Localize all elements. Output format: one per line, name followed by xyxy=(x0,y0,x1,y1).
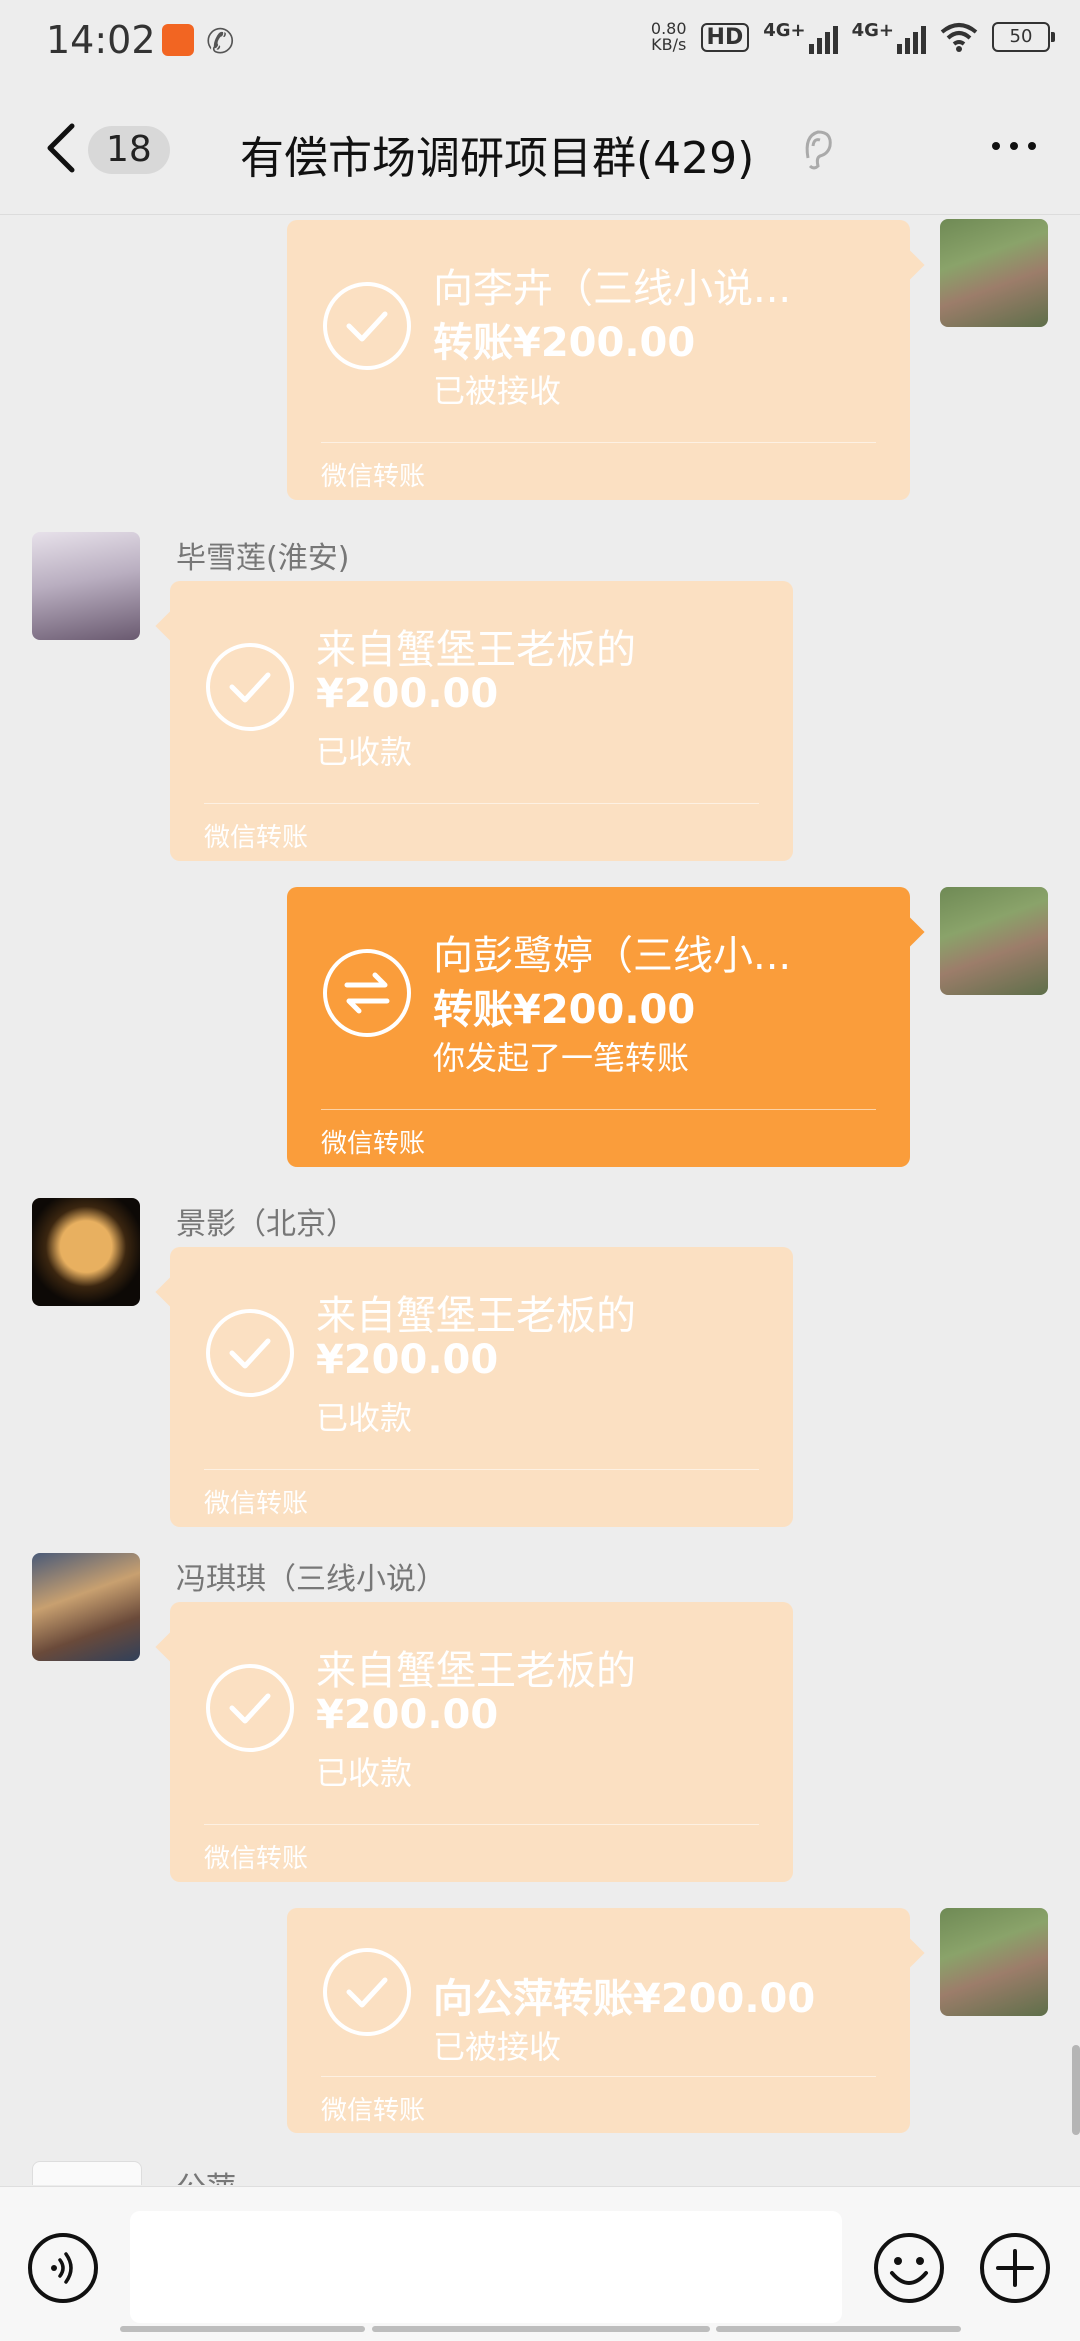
transfer-amount: 转账¥200.00 xyxy=(433,320,696,366)
transfer-message[interactable]: 来自蟹堡王老板的 ¥200.00 已收款 微信转账 xyxy=(155,1247,793,1527)
sender-avatar[interactable] xyxy=(32,532,140,640)
more-options-icon[interactable] xyxy=(992,142,1036,150)
transfer-footer: 微信转账 xyxy=(204,1844,309,1874)
transfer-amount: ¥200.00 xyxy=(316,671,499,717)
hd-icon: HD xyxy=(700,22,750,52)
transfer-amount: 转账¥200.00 xyxy=(433,987,696,1033)
unread-count-badge[interactable]: 18 xyxy=(88,126,170,174)
emoji-button[interactable] xyxy=(872,2231,946,2305)
chat-area[interactable]: 向李卉（三线小说... 转账¥200.00 已被接收 微信转账 毕雪莲(淮安) … xyxy=(0,215,1080,2185)
transfer-recipient: 向李卉（三线小说... xyxy=(433,266,792,312)
scroll-indicator[interactable] xyxy=(1072,2045,1080,2135)
my-avatar[interactable] xyxy=(940,887,1048,995)
transfer-arrows-icon xyxy=(323,949,411,1037)
transfer-footer: 微信转账 xyxy=(204,823,309,853)
transfer-recipient: 向彭鹭婷（三线小... xyxy=(433,933,792,979)
transfer-status: 你发起了一笔转账 xyxy=(433,1039,690,1077)
network-speed: 0.80 KB/s xyxy=(650,19,687,54)
sender-avatar[interactable] xyxy=(32,2161,142,2185)
check-circle-icon xyxy=(323,1948,411,2036)
my-avatar[interactable] xyxy=(940,219,1048,327)
nav-gesture-bar xyxy=(372,2326,710,2332)
status-time: 14:02 xyxy=(46,18,156,62)
my-avatar[interactable] xyxy=(940,1908,1048,2016)
transfer-status: 已收款 xyxy=(316,733,413,771)
transfer-amount: ¥200.00 xyxy=(316,1692,499,1738)
check-circle-icon xyxy=(206,1664,294,1752)
input-bar xyxy=(0,2186,1080,2341)
transfer-message[interactable]: 来自蟹堡王老板的 ¥200.00 已收款 微信转账 xyxy=(155,1602,793,1882)
transfer-source: 来自蟹堡王老板的 xyxy=(316,627,636,673)
transfer-footer: 微信转账 xyxy=(204,1489,309,1519)
plus-button[interactable] xyxy=(978,2231,1052,2305)
message-input[interactable] xyxy=(130,2211,842,2323)
transfer-source: 来自蟹堡王老板的 xyxy=(316,1293,636,1339)
voice-icon xyxy=(51,2252,73,2284)
transfer-status: 已被接收 xyxy=(433,2028,562,2066)
chat-header: 18 有偿市场调研项目群(429) xyxy=(0,84,1080,215)
transfer-message[interactable]: 向李卉（三线小说... 转账¥200.00 已被接收 微信转账 xyxy=(287,220,925,500)
transfer-message-pending[interactable]: 向彭鹭婷（三线小... 转账¥200.00 你发起了一笔转账 微信转账 xyxy=(287,887,925,1167)
nav-gesture-bar xyxy=(120,2326,365,2332)
back-arrow-icon[interactable] xyxy=(40,120,84,176)
transfer-recipient: 向公萍转账¥200.00 xyxy=(433,1976,816,2022)
transfer-status: 已被接收 xyxy=(433,372,562,410)
transfer-footer: 微信转账 xyxy=(321,1129,426,1159)
status-bar: 14:02 ✆ 0.80 KB/s HD 4G+ 4G+ 50 xyxy=(0,0,1080,84)
signal-icon-2: 4G+ xyxy=(852,20,926,54)
check-circle-icon xyxy=(206,1309,294,1397)
sender-name: 冯琪琪（三线小说） xyxy=(176,1562,446,1597)
sender-name: 公萍 xyxy=(176,2163,236,2185)
transfer-status: 已收款 xyxy=(316,1754,413,1792)
transfer-footer: 微信转账 xyxy=(321,462,426,492)
wifi-icon xyxy=(940,23,978,52)
transfer-amount: ¥200.00 xyxy=(316,1337,499,1383)
notification-app-icon xyxy=(162,24,194,56)
group-title: 有偿市场调研项目群(429) xyxy=(240,133,755,184)
transfer-status: 已收款 xyxy=(316,1399,413,1437)
sender-name: 景影（北京） xyxy=(176,1207,356,1242)
voice-input-button[interactable] xyxy=(28,2233,98,2303)
telecom-icon: ✆ xyxy=(206,22,235,62)
transfer-message[interactable]: 向公萍转账¥200.00 已被接收 微信转账 xyxy=(287,1908,925,2133)
battery-icon: 50 xyxy=(992,22,1055,52)
check-circle-icon xyxy=(323,282,411,370)
transfer-source: 来自蟹堡王老板的 xyxy=(316,1648,636,1694)
check-circle-icon xyxy=(206,643,294,731)
sender-avatar[interactable] xyxy=(32,1553,140,1661)
transfer-footer: 微信转账 xyxy=(321,2096,426,2126)
transfer-message[interactable]: 来自蟹堡王老板的 ¥200.00 已收款 微信转账 xyxy=(155,581,793,861)
sender-name: 毕雪莲(淮安) xyxy=(176,541,350,576)
signal-icon: 4G+ xyxy=(763,20,838,54)
nav-gesture-bar xyxy=(716,2326,961,2332)
sender-avatar[interactable] xyxy=(32,1198,140,1306)
ear-icon xyxy=(805,130,832,170)
